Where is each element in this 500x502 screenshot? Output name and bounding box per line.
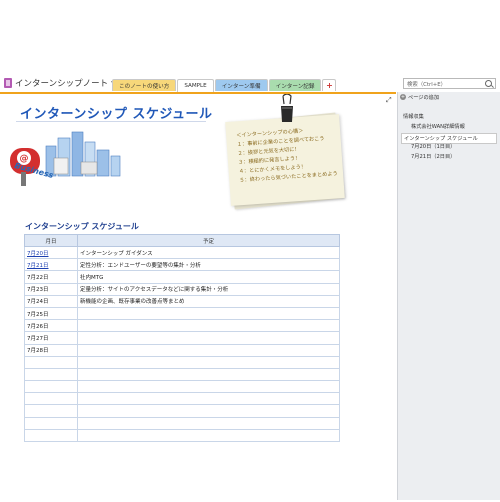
date-cell bbox=[24, 380, 78, 394]
plan-cell[interactable] bbox=[77, 380, 340, 394]
column-header-plan: 予定 bbox=[77, 234, 340, 247]
table-row bbox=[24, 404, 340, 418]
table-row: 7月21日 定性分析：エンドユーザーの要望等の集計・分析 bbox=[24, 258, 340, 272]
date-link[interactable]: 7月21日 bbox=[24, 258, 78, 272]
plan-cell[interactable] bbox=[77, 404, 340, 418]
plan-cell[interactable] bbox=[77, 355, 340, 369]
table-row: 7月28日 bbox=[24, 343, 340, 357]
schedule-title: インターンシップ スケジュール bbox=[25, 222, 139, 231]
plan-cell[interactable]: 社内MTG bbox=[77, 270, 340, 284]
date-cell: 7月22日 bbox=[24, 270, 78, 284]
date-cell: 7月27日 bbox=[24, 331, 78, 345]
plan-cell[interactable]: 定量分析：サイトのアクセスデータなどに関する集計・分析 bbox=[77, 282, 340, 296]
table-row bbox=[24, 392, 340, 406]
add-icon: + bbox=[400, 94, 406, 100]
plan-cell[interactable]: 定性分析：エンドユーザーの要望等の集計・分析 bbox=[77, 258, 340, 272]
table-row: 7月27日 bbox=[24, 331, 340, 345]
plan-cell[interactable] bbox=[77, 367, 340, 382]
sidebar-page-item[interactable]: 株式会社WAN詳細情報 bbox=[411, 123, 465, 130]
date-cell: 7月26日 bbox=[24, 319, 78, 333]
table-row: 7月22日 社内MTG bbox=[24, 270, 340, 284]
expand-icon[interactable]: ⤢ bbox=[386, 96, 392, 105]
plan-cell[interactable] bbox=[77, 416, 340, 430]
table-row bbox=[24, 380, 340, 394]
city-buildings-icon: @ bbox=[10, 131, 121, 186]
plan-cell[interactable]: 新機能の企画、既存事業の改善点等まとめ bbox=[77, 294, 340, 308]
search-placeholder: 検索（Ctrl+E） bbox=[407, 81, 447, 88]
date-cell: 7月28日 bbox=[24, 343, 78, 357]
date-cell bbox=[24, 428, 78, 443]
date-cell bbox=[24, 367, 78, 382]
date-cell bbox=[24, 404, 78, 418]
notebook-selector[interactable]: インターンシップノート ▼ bbox=[4, 77, 116, 89]
date-link[interactable]: 7月20日 bbox=[24, 245, 78, 260]
add-section-button[interactable]: + bbox=[322, 79, 337, 91]
table-row: 7月20日 インターンシップ ガイダンス bbox=[24, 245, 340, 260]
notebook-title: インターンシップノート bbox=[15, 79, 109, 89]
plan-cell[interactable] bbox=[77, 428, 340, 443]
plan-cell[interactable] bbox=[77, 392, 340, 406]
sidebar-page-item[interactable]: 情報収集 bbox=[403, 113, 424, 120]
date-cell bbox=[24, 355, 78, 369]
tab-intern-record[interactable]: インターン記録 bbox=[268, 79, 322, 91]
table-row: 7月26日 bbox=[24, 319, 340, 333]
plan-cell[interactable] bbox=[77, 331, 340, 345]
tab-how-to-use[interactable]: このノートの使い方 bbox=[112, 79, 177, 91]
business-illustration: @ bbox=[6, 128, 126, 188]
search-icon[interactable] bbox=[485, 80, 492, 87]
plan-cell[interactable] bbox=[77, 306, 340, 321]
date-cell bbox=[24, 416, 78, 430]
tab-intern-prep[interactable]: インターン準備 bbox=[214, 79, 268, 91]
title-underline bbox=[16, 121, 206, 122]
add-page-button[interactable]: + ページの追加 bbox=[400, 92, 498, 102]
tab-sample[interactable]: SAMPLE bbox=[177, 79, 214, 92]
sidebar-page-item[interactable]: 7月20日（1日目） bbox=[411, 143, 455, 150]
column-header-date: 月日 bbox=[24, 234, 78, 247]
table-row bbox=[24, 428, 340, 443]
section-tabs: このノートの使い方 SAMPLE インターン準備 インターン記録 + bbox=[112, 79, 337, 92]
add-page-label: ページの追加 bbox=[408, 94, 440, 101]
date-cell: 7月24日 bbox=[24, 294, 78, 308]
note-content: ＜インターンシップの心構＞ １：事前に企業のことを調べておこう ２：挨拶と元気を… bbox=[236, 125, 340, 186]
table-row: 7月24日 新機能の企画、既存事業の改善点等まとめ bbox=[24, 294, 340, 308]
search-input[interactable]: 検索（Ctrl+E） bbox=[403, 78, 496, 89]
table-row bbox=[24, 367, 340, 382]
binder-clip-icon bbox=[281, 94, 293, 122]
date-cell: 7月23日 bbox=[24, 282, 78, 296]
notebook-icon bbox=[4, 78, 12, 88]
date-cell: 7月25日 bbox=[24, 306, 78, 321]
table-row bbox=[24, 416, 340, 430]
page-title: インターンシップ スケジュール bbox=[20, 107, 213, 122]
table-row bbox=[24, 355, 340, 369]
schedule-table: 月日 予定 7月20日 インターンシップ ガイダンス 7月21日 定性分析：エンドユー… bbox=[24, 234, 340, 443]
table-row: 7月23日 定量分析：サイトのアクセスデータなどに関する集計・分析 bbox=[24, 282, 340, 296]
plan-cell[interactable] bbox=[77, 343, 340, 357]
table-row: 7月25日 bbox=[24, 306, 340, 321]
sidebar-page-item[interactable]: 7月21日（2日目） bbox=[411, 153, 455, 160]
plan-cell[interactable] bbox=[77, 319, 340, 333]
plan-cell[interactable]: インターンシップ ガイダンス bbox=[77, 245, 340, 260]
date-cell bbox=[24, 392, 78, 406]
